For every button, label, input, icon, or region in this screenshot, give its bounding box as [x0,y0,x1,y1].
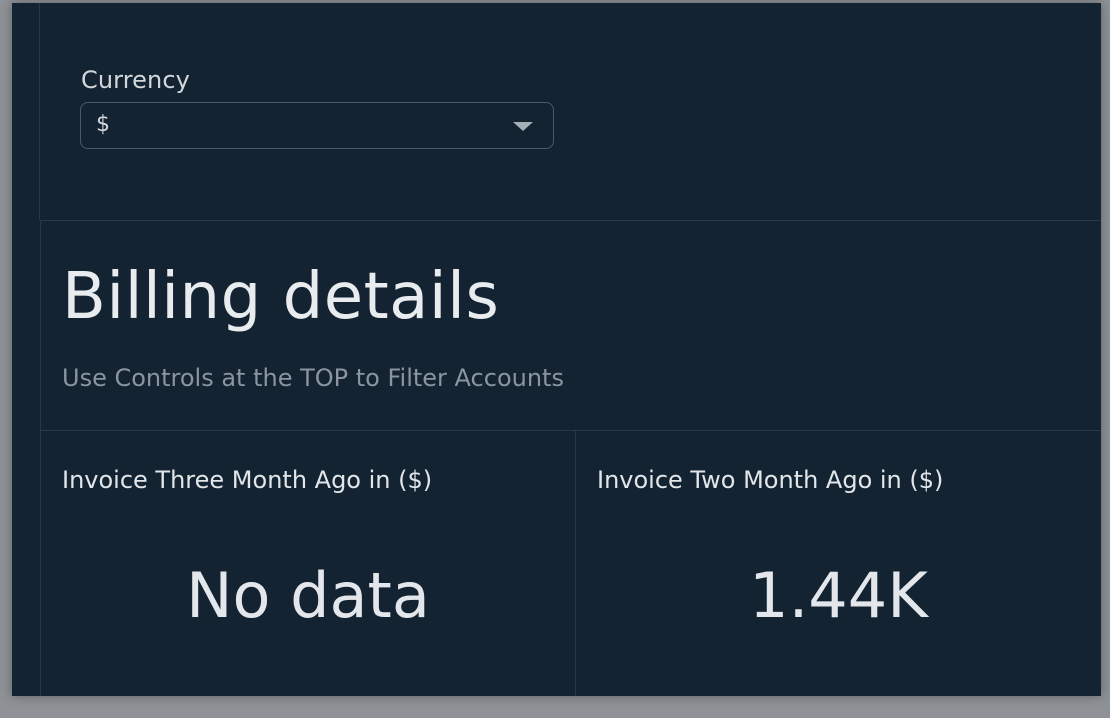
kpi-title: Invoice Two Month Ago in ($) [597,466,944,494]
kpi-value: No data [186,559,430,632]
currency-dropdown[interactable]: $ [80,102,554,149]
currency-selected-value: $ [96,112,110,137]
page-title: Billing details [62,260,500,334]
currency-label: Currency [81,66,190,94]
billing-section: Billing details Use Controls at the TOP … [40,221,1101,696]
kpi-row: Invoice Three Month Ago in ($) No data I… [41,430,1101,696]
chevron-down-icon [513,122,533,131]
kpi-card-three-month-ago[interactable]: Invoice Three Month Ago in ($) No data [41,431,576,696]
kpi-title: Invoice Three Month Ago in ($) [62,466,433,494]
page-subtitle: Use Controls at the TOP to Filter Accoun… [62,364,564,392]
dashboard-frame: Currency $ Billing details Use Controls … [12,3,1101,696]
controls-panel: Currency $ [40,3,1101,221]
kpi-value: 1.44K [749,559,928,632]
kpi-card-two-month-ago[interactable]: Invoice Two Month Ago in ($) 1.44K [576,431,1101,696]
